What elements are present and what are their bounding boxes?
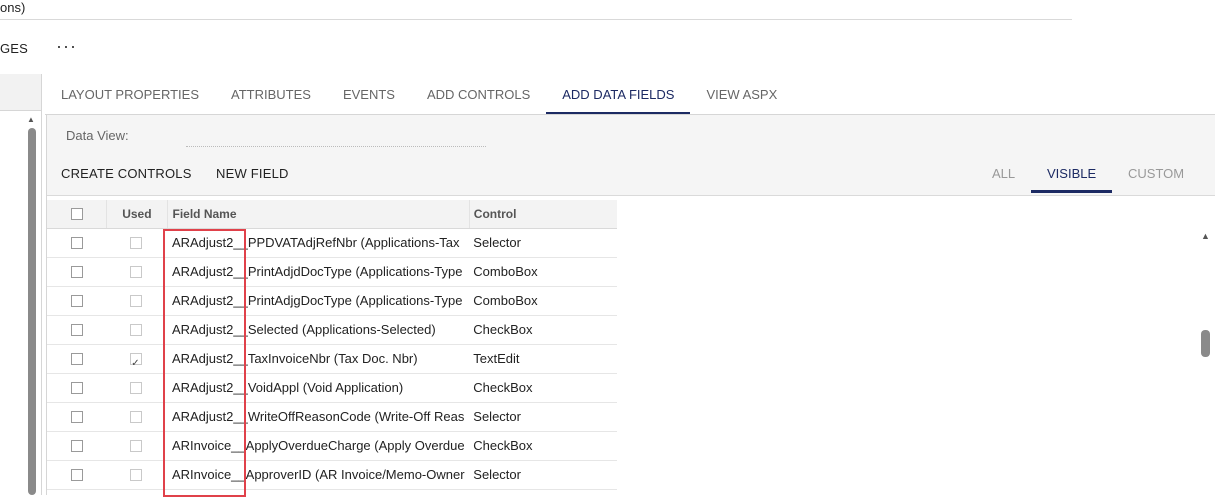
select-all-cell	[47, 200, 106, 228]
row-used-cell	[106, 374, 165, 402]
row-select-cell	[47, 287, 106, 315]
row-select-cell	[47, 345, 106, 373]
editor-tabs: LAYOUT PROPERTIES ATTRIBUTES EVENTS ADD …	[45, 76, 793, 115]
grid-body: ARAdjust2__PPDVATAdjRefNbr (Applications…	[47, 229, 617, 490]
table-row[interactable]: ARAdjust2__Selected (Applications-Select…	[47, 316, 617, 345]
scroll-up-arrow-icon[interactable]: ▲	[27, 115, 35, 124]
row-select-cell	[47, 461, 106, 489]
control-type-cell: TextEdit	[473, 351, 520, 366]
control-type-cell: Selector	[473, 409, 521, 424]
row-select-checkbox[interactable]	[70, 265, 83, 278]
data-fields-grid: Used Field Name Control ARAdjust2__PPDVA…	[47, 200, 617, 490]
row-select-cell	[47, 229, 106, 257]
filter-all[interactable]: ALL	[976, 157, 1031, 193]
row-used-cell	[106, 287, 165, 315]
control-type-cell: Selector	[473, 235, 521, 250]
used-checkbox	[130, 439, 143, 452]
used-checkbox	[130, 350, 143, 378]
row-select-checkbox[interactable]	[70, 294, 83, 307]
row-select-checkbox[interactable]	[70, 323, 83, 336]
row-used-cell	[106, 258, 165, 286]
control-type-cell: ComboBox	[473, 264, 538, 279]
row-used-cell	[106, 316, 165, 344]
row-select-cell	[47, 374, 106, 402]
control-type-cell: CheckBox	[473, 322, 533, 337]
table-row[interactable]: ARInvoice__ApplyOverdueCharge (Apply Ove…	[47, 432, 617, 461]
table-row[interactable]: ARAdjust2__PrintAdjdDocType (Application…	[47, 258, 617, 287]
select-all-checkbox[interactable]	[70, 207, 83, 220]
grid-scrollbar-thumb[interactable]	[1201, 330, 1210, 357]
filter-visible[interactable]: VISIBLE	[1031, 157, 1113, 193]
row-used-cell	[106, 229, 165, 257]
grid-scroll-up-icon[interactable]: ▲	[1201, 231, 1210, 241]
pages-label[interactable]: GES	[0, 41, 28, 56]
row-select-checkbox[interactable]	[70, 381, 83, 394]
tab-add-controls[interactable]: ADD CONTROLS	[411, 76, 546, 114]
row-used-cell	[106, 345, 165, 378]
row-select-cell	[47, 403, 106, 431]
left-scrollbar-thumb[interactable]	[28, 128, 36, 495]
row-select-cell	[47, 316, 106, 344]
tab-events[interactable]: EVENTS	[327, 76, 411, 114]
used-checkbox	[130, 323, 143, 336]
used-checkbox	[130, 410, 143, 423]
control-type-cell: CheckBox	[473, 380, 533, 395]
tab-add-data-fields[interactable]: ADD DATA FIELDS	[546, 76, 691, 115]
column-header-control[interactable]: Control	[468, 200, 617, 228]
row-select-checkbox[interactable]	[70, 439, 83, 452]
grid-header: Used Field Name Control	[47, 200, 617, 229]
table-row[interactable]: ARAdjust2__PPDVATAdjRefNbr (Applications…	[47, 229, 617, 258]
tab-attributes[interactable]: ATTRIBUTES	[215, 76, 327, 114]
data-view-selector[interactable]	[186, 146, 486, 147]
table-row[interactable]: ARAdjust2__PrintAdjgDocType (Application…	[47, 287, 617, 316]
used-checkbox	[130, 294, 143, 307]
row-used-cell	[106, 403, 165, 431]
table-row[interactable]: ARInvoice__ApproverID (AR Invoice/Memo-O…	[47, 461, 617, 490]
control-type-cell: Selector	[473, 467, 521, 482]
row-select-checkbox[interactable]	[70, 410, 83, 423]
row-used-cell	[106, 461, 165, 489]
column-header-used[interactable]: Used	[106, 200, 166, 228]
new-field-button[interactable]: NEW FIELD	[216, 164, 289, 184]
row-select-checkbox[interactable]	[70, 352, 83, 365]
row-select-cell	[47, 258, 106, 286]
field-prefix-highlight-box	[163, 229, 246, 497]
left-panel-header	[0, 74, 41, 111]
used-checkbox	[130, 265, 143, 278]
row-select-cell	[47, 432, 106, 460]
used-checkbox	[130, 236, 143, 249]
window-title: ons)	[0, 0, 26, 15]
table-row[interactable]: ARAdjust2__TaxInvoiceNbr (Tax Doc. Nbr)T…	[47, 345, 617, 378]
row-used-cell	[106, 432, 165, 460]
tab-view-aspx[interactable]: VIEW ASPX	[690, 76, 793, 114]
tab-layout-properties[interactable]: LAYOUT PROPERTIES	[45, 76, 215, 114]
table-row[interactable]: ARAdjust2__VoidAppl (Void Application) Ch…	[47, 374, 617, 403]
row-select-checkbox[interactable]	[70, 468, 83, 481]
control-type-cell: CheckBox	[473, 438, 533, 453]
row-select-checkbox[interactable]	[70, 236, 83, 249]
header-divider	[0, 19, 1072, 20]
control-type-cell: ComboBox	[473, 293, 538, 308]
create-controls-button[interactable]: CREATE CONTROLS	[61, 164, 192, 184]
used-checkbox	[130, 381, 143, 394]
used-checkbox	[130, 468, 143, 481]
table-row[interactable]: ARAdjust2__WriteOffReasonCode (Write-Off…	[47, 403, 617, 432]
column-header-field-name[interactable]: Field Name	[166, 200, 469, 228]
data-view-label: Data View:	[66, 128, 129, 143]
filter-custom[interactable]: CUSTOM	[1112, 157, 1200, 193]
more-options-icon[interactable]: ···	[56, 36, 77, 57]
